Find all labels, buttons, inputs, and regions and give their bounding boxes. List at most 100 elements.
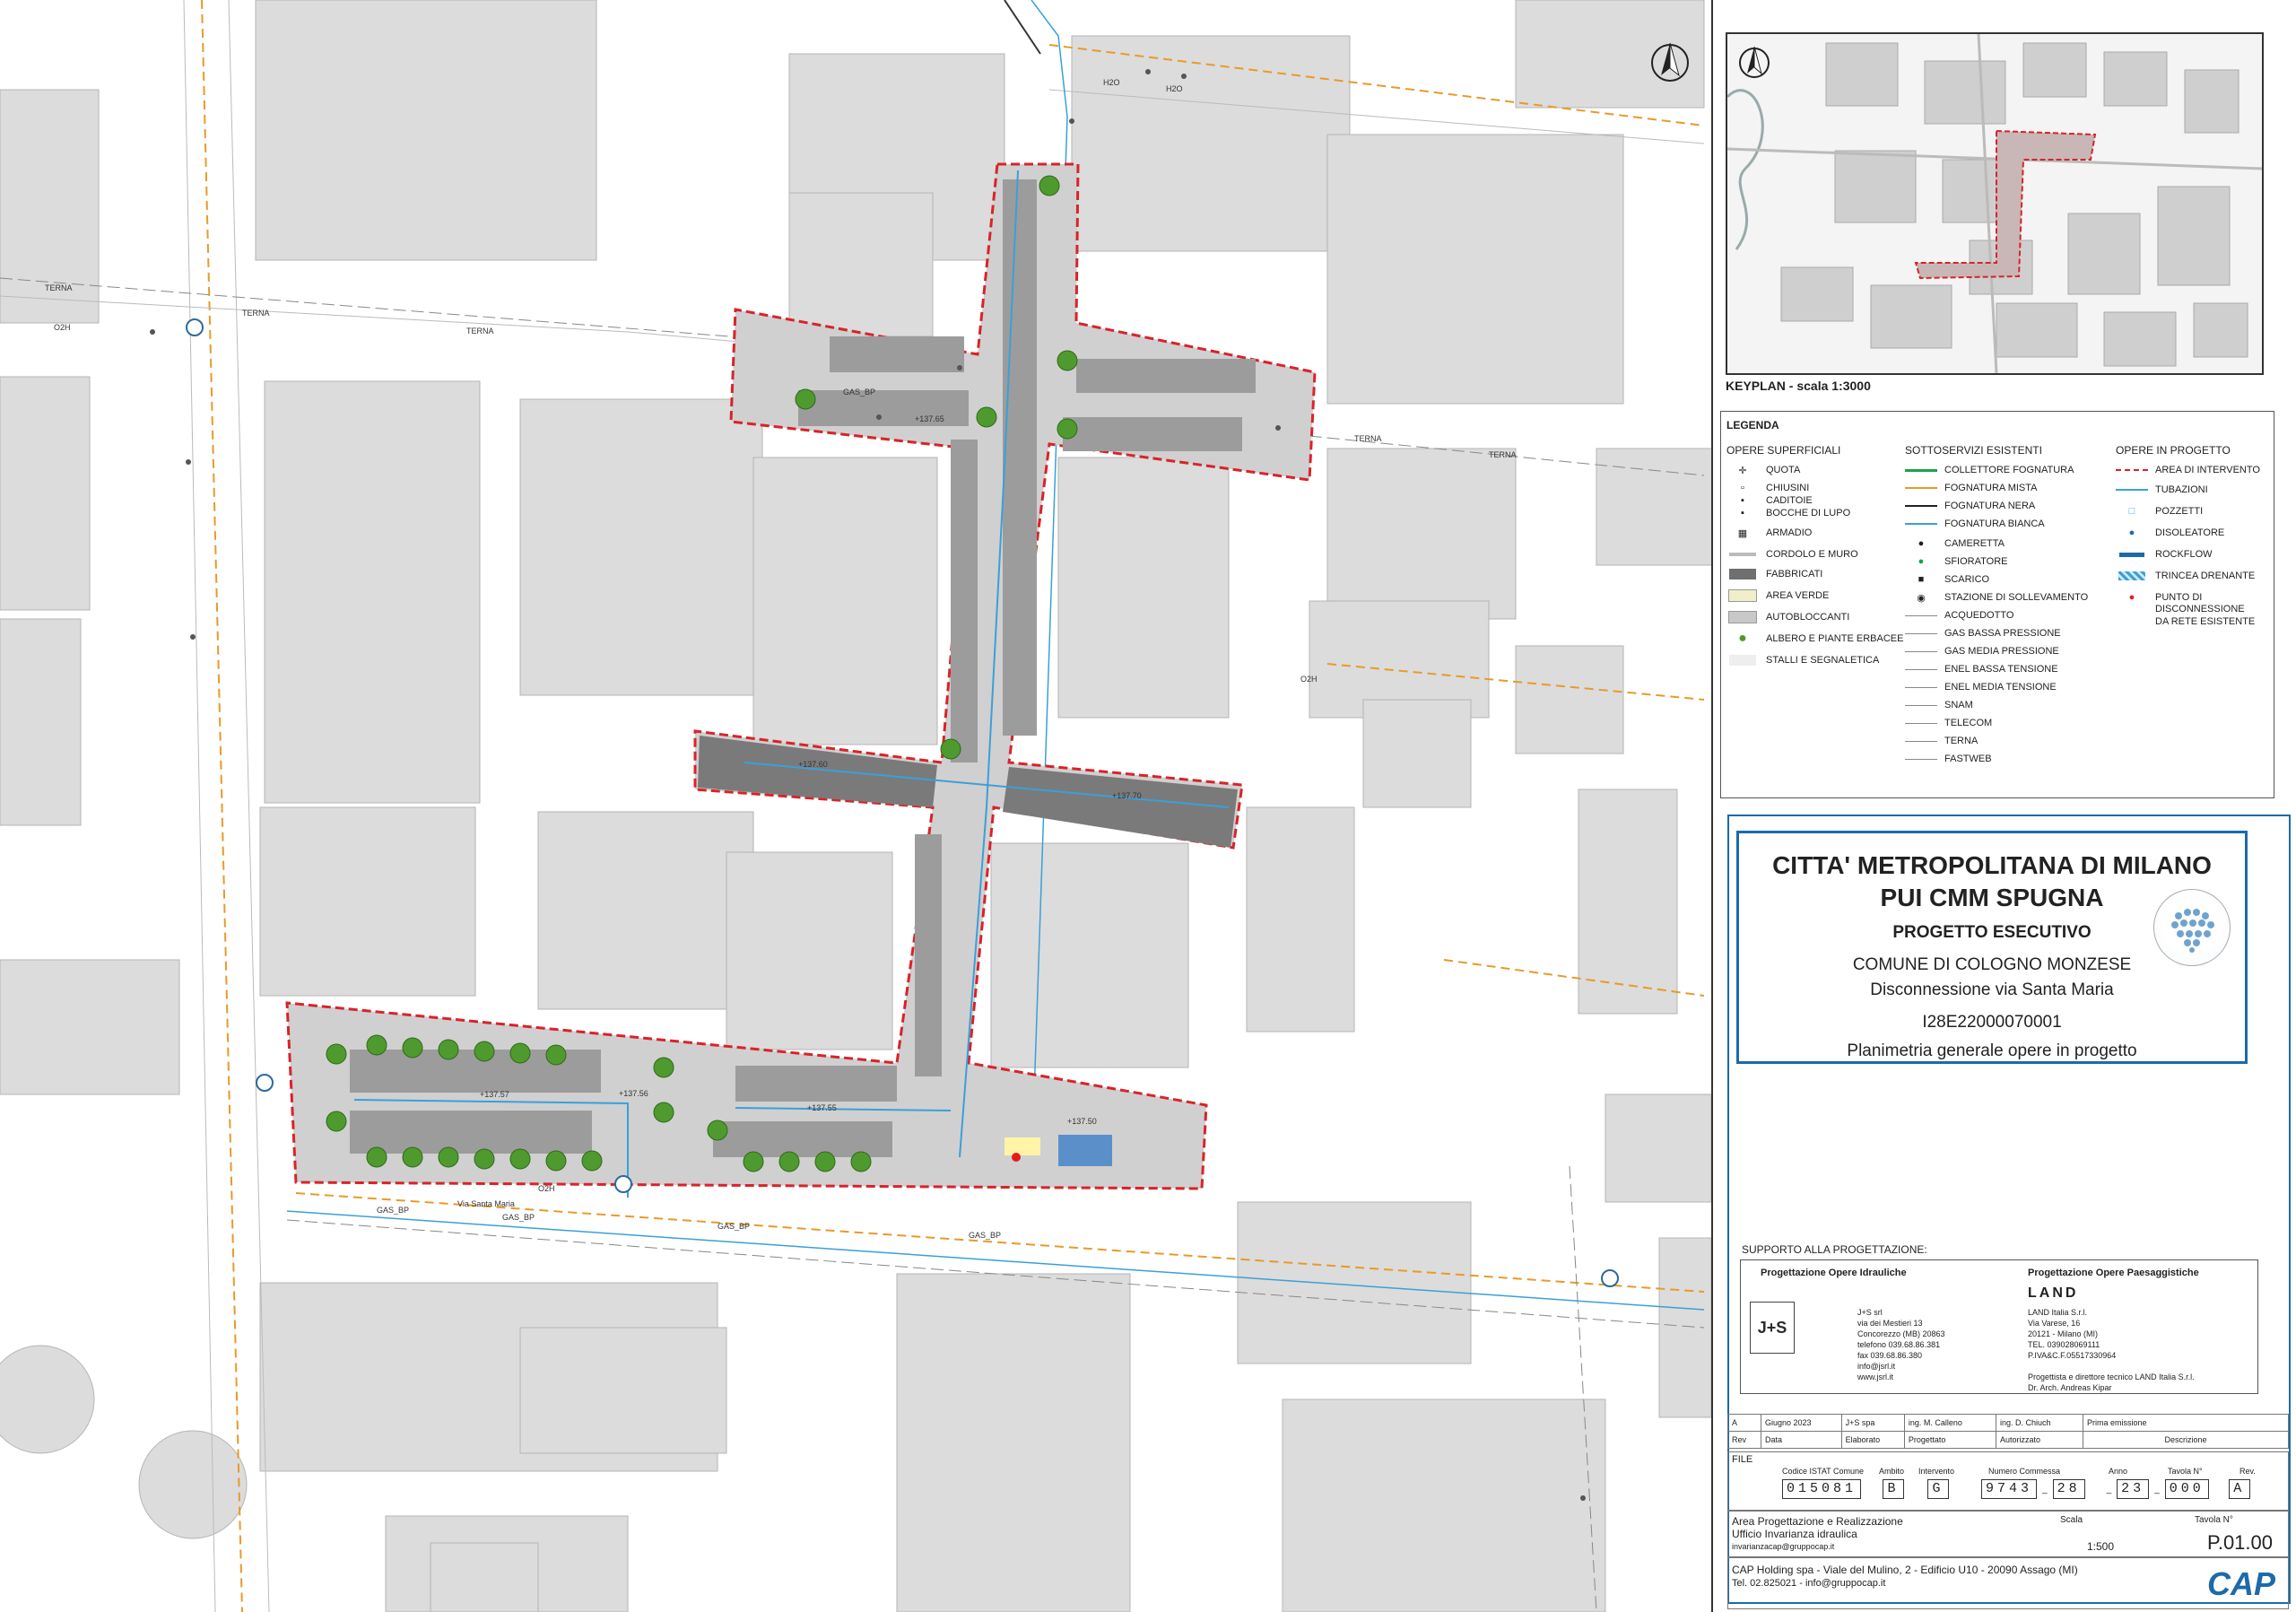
svg-text:+137.70: +137.70: [1112, 791, 1142, 800]
keyplan-map[interactable]: [1726, 32, 2264, 375]
commessa-code-b: 28: [2052, 1479, 2085, 1499]
site-plan-svg: TERNA TERNA TERNA TERNA TERNA O2H O2H O2…: [0, 0, 1711, 1612]
legend-trincea: TRINCEA DRENANTE: [2116, 570, 2255, 582]
disconnection-point: [1012, 1153, 1021, 1162]
svg-text:TERNA: TERNA: [1489, 450, 1517, 459]
legend: LEGENDA OPERE SUPERFICIALI SOTTOSERVIZI …: [1720, 411, 2274, 798]
legend-stalli: STALLI E SEGNALETICA: [1726, 654, 1879, 667]
legend-albero: ● ALBERO E PIANTE ERBACEE: [1738, 631, 1904, 646]
land-logo: LAND: [2028, 1285, 2079, 1301]
anno-code: 23: [2117, 1479, 2150, 1499]
svg-text:TERNA: TERNA: [466, 327, 494, 335]
legend-disoleatore: ● DISOLEATORE: [2128, 527, 2225, 538]
office-box: Area Progettazione e Realizzazione Uffic…: [1727, 1511, 2289, 1557]
svg-text:O2H: O2H: [54, 323, 71, 332]
legend-fognatura-mista: FOGNATURA MISTA: [1905, 482, 2038, 494]
legend-punto-line2: DISCONNESSIONE: [2155, 604, 2245, 614]
legend-autobloccanti: AUTOBLOCCANTI: [1726, 611, 1849, 623]
legend-tubazioni: TUBAZIONI: [2116, 484, 2208, 496]
svg-text:H2O: H2O: [1103, 78, 1120, 87]
commessa-label: Numero Commessa: [1988, 1467, 2061, 1476]
ambito-code: B: [1883, 1479, 1905, 1499]
scala-label: Scala: [2060, 1515, 2083, 1525]
scala-value: 1:500: [2087, 1540, 2115, 1553]
svg-text:Via Santa Maria: Via Santa Maria: [457, 1199, 515, 1208]
legend-armadio: ▦ ARMADIO: [1737, 527, 1813, 539]
landscape-info: LAND Italia S.r.l. Via Varese, 16 20121 …: [2028, 1308, 2195, 1392]
legend-punto-line3: DA RETE ESISTENTE: [2155, 616, 2256, 627]
revision-header-row: Rev Data Elaborato Progettato Autorizzato Des…: [1727, 1431, 2289, 1449]
commessa-code-a: 9743: [1981, 1479, 2038, 1499]
legend-telecom: TELECOM: [1905, 717, 1992, 729]
js-logo: J+S: [1750, 1302, 1795, 1354]
svg-text:+137.55: +137.55: [807, 1103, 837, 1112]
company-box: CAP Holding spa - Viale del Mulino, 2 - …: [1727, 1557, 2289, 1609]
company-contact: Tel. 02.825021 - info@gruppocap.it: [1732, 1578, 1886, 1589]
legend-scarico: ■ SCARICO: [1918, 574, 1990, 585]
istat-code: 015081: [1782, 1479, 1862, 1499]
legend-cordolo: CORDOLO E MURO: [1726, 548, 1858, 561]
title-panel: KEYPLAN - scala 1:3000 LEGENDA OPERE SUP…: [1715, 0, 2296, 1612]
title-line-6: I28E22000070001: [1922, 1013, 2062, 1032]
file-label: FILE: [1732, 1454, 1753, 1465]
svg-text:GAS_BP: GAS_BP: [969, 1231, 1001, 1240]
file-code-cells: 015081 B G 9743 _ 28 _ 23 _ 000 A: [1782, 1479, 2250, 1499]
legend-collettore: COLLETTORE FOGNATURA: [1905, 464, 2074, 476]
svg-text:GAS_BP: GAS_BP: [718, 1222, 750, 1231]
anno-label: Anno: [2109, 1467, 2128, 1476]
title-block: CITTA' METROPOLITANA DI MILANO PUI CMM S…: [1736, 831, 2248, 1064]
site-plan-map[interactable]: TERNA TERNA TERNA TERNA TERNA O2H O2H O2…: [0, 0, 1713, 1612]
intervento-label: Intervento: [1918, 1467, 1955, 1476]
separator: _: [2154, 1484, 2160, 1494]
svg-text:GAS_BP: GAS_BP: [377, 1206, 409, 1215]
legend-gas-mp: GAS MEDIA PRESSIONE: [1905, 645, 2059, 658]
legend-col1-title: OPERE SUPERFICIALI: [1726, 444, 1841, 457]
legend-col3-title: OPERE IN PROGETTO: [2116, 444, 2231, 457]
legend-cameretta: ● CAMERETTA: [1918, 538, 2005, 549]
drawing-sheet: TERNA TERNA TERNA TERNA TERNA O2H O2H O2…: [0, 0, 2296, 1612]
legend-bocche: ▪ BOCCHE DI LUPO: [1741, 508, 1851, 518]
legend-caditoie: ▪ CADITOIE: [1741, 495, 1813, 506]
svg-text:TERNA: TERNA: [242, 309, 270, 318]
support-box: Progettazione Opere Idrauliche J+S J+S s…: [1740, 1259, 2258, 1394]
title-line-7: Planimetria generale opere in progetto: [1847, 1041, 2137, 1060]
svg-text:+137.60: +137.60: [798, 760, 828, 769]
title-line-1: CITTA' METROPOLITANA DI MILANO: [1772, 851, 2212, 879]
svg-text:O2H: O2H: [1300, 675, 1318, 684]
keyplan-svg: [1727, 34, 2262, 373]
tavola-code: 000: [2164, 1479, 2209, 1499]
legend-gas-bp: GAS BASSA PRESSIONE: [1905, 627, 2061, 640]
legend-area-verde: AREA VERDE: [1726, 589, 1829, 602]
revision-table: A Giugno 2023 J+S spa ing. M. Calleno ing. D…: [1727, 1414, 2289, 1449]
legend-col2-title: SOTTOSERVIZI ESISTENTI: [1905, 444, 2042, 457]
tavola-n-label: Tavola N°: [2195, 1515, 2233, 1525]
legend-fastweb: FASTWEB: [1905, 753, 1992, 765]
ambito-label: Ambito: [1879, 1467, 1905, 1476]
legend-punto-disconnessione: ● PUNTO DI: [2128, 592, 2203, 603]
legend-terna: TERNA: [1905, 735, 1978, 747]
rev-code: A: [2228, 1479, 2250, 1499]
legend-fognatura-bianca: FOGNATURA BIANCA: [1905, 518, 2045, 530]
hydraulic-info: J+S srl via dei Mestieri 13 Concorezzo (…: [1857, 1308, 1945, 1381]
svg-text:TERNA: TERNA: [1354, 434, 1382, 443]
legend-enel-mt: ENEL MEDIA TENSIONE: [1905, 681, 2057, 693]
spugna-logo-icon: [2153, 889, 2231, 966]
legend-pozzetti: □ POZZETTI: [2128, 506, 2204, 517]
office-email: invarianzacap@gruppocap.it: [1732, 1542, 1835, 1551]
legend-sfioratore: ● SFIORATORE: [1918, 556, 2008, 567]
tavola-number: P.01.00: [2207, 1531, 2274, 1554]
company-address: CAP Holding spa - Viale del Mulino, 2 - …: [1732, 1564, 2078, 1576]
title-line-5: Disconnessione via Santa Maria: [1870, 980, 2114, 999]
legend-enel-bt: ENEL BASSA TENSIONE: [1905, 663, 2058, 675]
svg-text:GAS_BP: GAS_BP: [502, 1213, 535, 1222]
file-code-row: FILE Codice ISTAT Comune Ambito Interven…: [1727, 1451, 2289, 1511]
legend-snam: SNAM: [1905, 699, 1973, 711]
legend-fognatura-nera: FOGNATURA NERA: [1905, 500, 2035, 512]
revision-row: A Giugno 2023 J+S spa ing. M. Calleno ing. D…: [1727, 1414, 2289, 1432]
legend-title: LEGENDA: [1726, 419, 1779, 431]
support-label: SUPPORTO ALLA PROGETTAZIONE:: [1742, 1243, 1927, 1256]
svg-text:+137.56: +137.56: [619, 1089, 648, 1098]
istat-label: Codice ISTAT Comune: [1782, 1467, 1865, 1476]
legend-area-intervento: AREA DI INTERVENTO: [2116, 464, 2260, 476]
separator: _: [2106, 1484, 2112, 1494]
